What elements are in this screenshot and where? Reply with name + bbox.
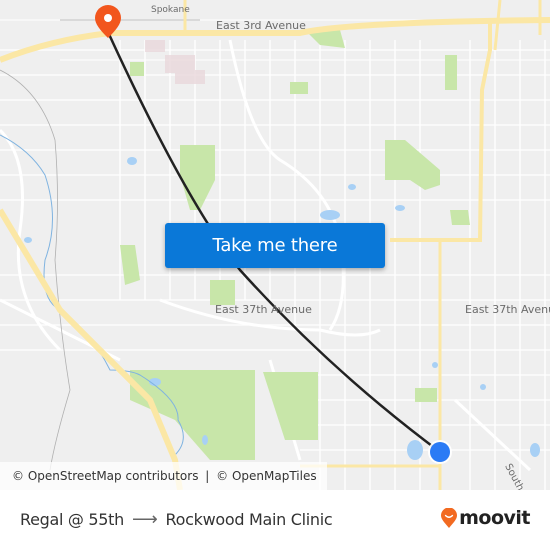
openmaptiles-attribution-link[interactable]: © OpenMapTiles: [216, 469, 316, 483]
map-label-east-37th-avenue: East 37th Avenue: [215, 303, 312, 316]
map-attribution: © OpenStreetMap contributors | © OpenMap…: [0, 462, 327, 490]
origin-name: Regal @ 55th: [20, 510, 124, 529]
destination-name: Rockwood Main Clinic: [165, 510, 333, 529]
origin-dot-icon[interactable]: [428, 440, 452, 464]
arrow-right-icon: ⟶: [132, 509, 158, 530]
moovit-wordmark: moovit: [459, 507, 530, 529]
moovit-pin-icon: [441, 508, 458, 528]
map-view[interactable]: Spokane East 3rd Avenue East 37th Avenue…: [0, 0, 550, 490]
map-label-east-3rd-avenue: East 3rd Avenue: [216, 19, 306, 32]
map-label-spokane: Spokane: [151, 5, 190, 15]
route-title: Regal @ 55th ⟶ Rockwood Main Clinic: [20, 509, 333, 530]
attribution-separator: |: [205, 469, 210, 483]
downtown-area: [145, 40, 205, 84]
map-label-east-37th-avenue-right: East 37th Avenue: [465, 303, 550, 316]
take-me-there-button[interactable]: Take me there: [165, 223, 385, 268]
footer-bar: Regal @ 55th ⟶ Rockwood Main Clinic moov…: [0, 490, 550, 550]
moovit-logo[interactable]: moovit: [441, 507, 530, 529]
osm-attribution-link[interactable]: © OpenStreetMap contributors: [12, 469, 198, 483]
